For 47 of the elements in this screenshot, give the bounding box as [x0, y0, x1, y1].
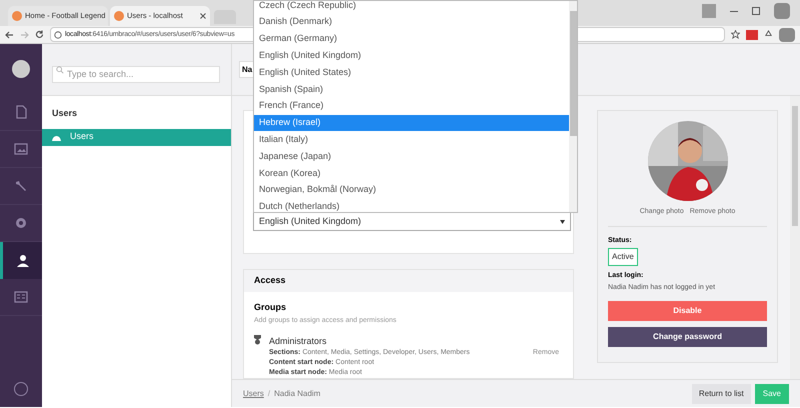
section-tab[interactable]: [0, 242, 42, 279]
dropdown-option[interactable]: Italian (Italy): [254, 131, 569, 148]
language-select[interactable]: English (United Kingdom): [253, 212, 571, 231]
image-icon: [13, 141, 29, 157]
status-badge: Active: [608, 248, 638, 266]
scrollbar-thumb[interactable]: [792, 106, 798, 226]
dropdown-option[interactable]: Hebrew (Israel): [254, 114, 569, 132]
breadcrumb-separator: /: [268, 388, 270, 400]
maximize-icon[interactable]: [752, 7, 760, 15]
dropdown-option[interactable]: English (United States): [254, 64, 569, 81]
user-icon: [14, 252, 30, 268]
return-to-list-button[interactable]: Return to list: [692, 384, 751, 404]
breadcrumb-current: Nadia Nadim: [274, 388, 320, 400]
breadcrumb-link[interactable]: Users: [243, 388, 264, 400]
search-icon: [56, 66, 64, 74]
dropdown-option[interactable]: Norwegian, Bokmål (Norway): [254, 182, 569, 199]
id-card-icon: [13, 289, 29, 305]
dropdown-option[interactable]: Danish (Denmark): [254, 14, 569, 31]
dropdown-option[interactable]: Czech (Czech Republic): [254, 0, 569, 14]
star-icon[interactable]: [731, 30, 740, 39]
search-field[interactable]: Type to search...: [52, 66, 220, 82]
scrollbar-thumb[interactable]: [570, 11, 576, 136]
dropdown-option[interactable]: Spanish (Spain): [254, 80, 569, 98]
dropdown-option[interactable]: English (United Kingdom): [254, 47, 569, 64]
dropdown-option[interactable]: Japanese (Japan): [254, 148, 569, 165]
card-title: Access: [244, 270, 573, 292]
minimize-icon[interactable]: [730, 10, 738, 12]
section-title: Groups: [254, 300, 288, 314]
dropdown-option[interactable]: German (Germany): [254, 30, 569, 48]
wrench-icon: [13, 178, 29, 194]
back-icon[interactable]: [5, 30, 14, 38]
settings-icon: [13, 215, 29, 231]
tree-title: Users: [51, 107, 78, 120]
close-icon[interactable]: [200, 13, 206, 19]
favicon-icon: [12, 11, 22, 21]
users-icon: [52, 134, 61, 140]
dropdown-option[interactable]: French (France): [254, 98, 569, 115]
avatar-icon[interactable]: [12, 60, 30, 78]
dropdown-option[interactable]: Korean (Korea): [254, 164, 569, 182]
caret-icon: [560, 220, 565, 224]
change-password-button[interactable]: Change password: [608, 327, 767, 347]
info-icon: [54, 30, 62, 38]
medal-icon: [254, 334, 261, 344]
extension-icon[interactable]: [746, 30, 758, 40]
favicon-icon: [114, 11, 124, 21]
group-name: Administrators: [269, 334, 328, 348]
reload-icon[interactable]: [35, 30, 44, 39]
